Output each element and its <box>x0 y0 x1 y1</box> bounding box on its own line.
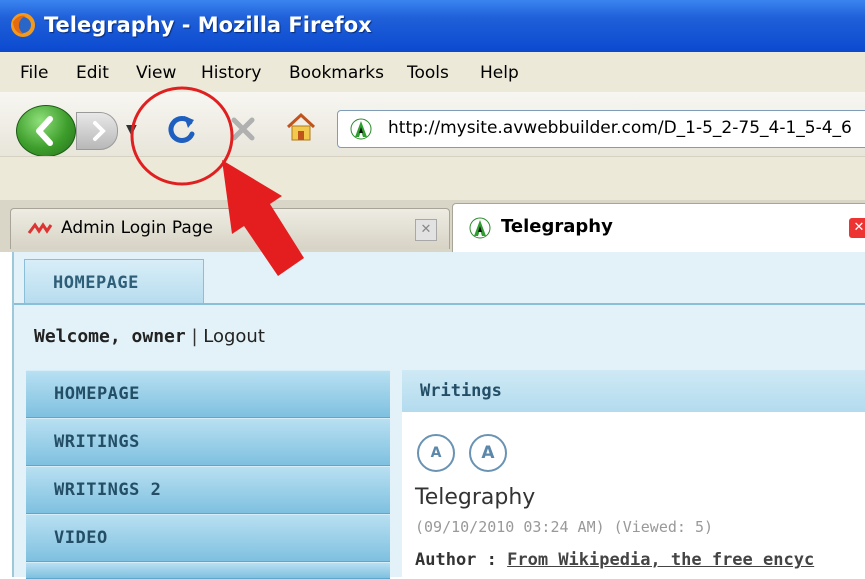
av-logo-icon <box>27 222 53 234</box>
menu-file[interactable]: File <box>20 63 48 83</box>
article-author: Author : From Wikipedia, the free encyc <box>415 550 814 570</box>
window-title: Telegraphy - Mozilla Firefox <box>44 13 372 37</box>
stop-icon[interactable] <box>228 114 258 144</box>
welcome-text: Welcome, owner <box>34 326 186 347</box>
back-button[interactable] <box>16 105 76 157</box>
top-tab-label: HOMEPAGE <box>53 273 139 293</box>
menu-view[interactable]: View <box>136 63 176 83</box>
firefox-logo-icon <box>11 13 35 37</box>
tab-label: Admin Login Page <box>61 218 214 238</box>
sidebar-item-label: WRITINGS <box>54 432 140 452</box>
tab-label: Telegraphy <box>501 216 613 237</box>
sidebar-item-label: HOMEPAGE <box>54 384 140 404</box>
site-favicon-icon <box>469 217 491 239</box>
sidebar-item-label: VIDEO <box>54 528 108 548</box>
reload-icon[interactable] <box>160 108 204 152</box>
menu-tools[interactable]: Tools <box>407 63 449 83</box>
sidebar-item-writings-2[interactable]: WRITINGS 2 <box>26 466 390 514</box>
history-dropdown-icon[interactable]: ▼ <box>126 122 137 138</box>
menu-bookmarks[interactable]: Bookmarks <box>289 63 384 83</box>
menu-help[interactable]: Help <box>480 63 519 83</box>
font-size-increase-button[interactable]: A <box>469 434 507 472</box>
menu-history[interactable]: History <box>201 63 261 83</box>
top-tab-divider <box>14 303 865 305</box>
separator: | <box>191 326 198 347</box>
title-bar: Telegraphy - Mozilla Firefox <box>0 0 865 52</box>
sidebar-item-writings[interactable]: WRITINGS <box>26 418 390 466</box>
welcome-line: Welcome, owner | Logout <box>34 326 265 347</box>
tab-admin-login[interactable]: Admin Login Page ✕ <box>10 208 450 249</box>
logout-link[interactable]: Logout <box>203 326 265 347</box>
content-header-title: Writings <box>420 381 502 401</box>
menu-bar: File Edit View History Bookmarks Tools H… <box>0 52 865 93</box>
font-size-decrease-button[interactable]: A <box>417 434 455 472</box>
forward-arrow-icon <box>93 121 106 141</box>
author-link[interactable]: From Wikipedia, the free encyc <box>507 550 814 570</box>
article-title: Telegraphy <box>415 485 536 510</box>
back-arrow-icon <box>36 116 53 146</box>
sidebar-item-partial[interactable] <box>26 562 390 579</box>
tab-telegraphy[interactable]: Telegraphy ✕ <box>452 203 865 252</box>
author-label: Author : <box>415 550 497 570</box>
menu-edit[interactable]: Edit <box>76 63 109 83</box>
home-icon[interactable] <box>284 110 318 144</box>
article-meta: (09/10/2010 03:24 AM) (Viewed: 5) <box>415 518 714 536</box>
sidebar-item-video[interactable]: VIDEO <box>26 514 390 562</box>
url-text: http://mysite.avwebbuilder.com/D_1-5_2-7… <box>388 118 852 138</box>
sidebar-item-homepage[interactable]: HOMEPAGE <box>26 370 390 418</box>
tab-close-icon[interactable]: ✕ <box>849 218 865 238</box>
tab-close-icon[interactable]: ✕ <box>415 219 437 241</box>
content-header: Writings <box>402 370 865 412</box>
sidebar-item-label: WRITINGS 2 <box>54 480 162 500</box>
site-favicon-icon <box>350 118 372 140</box>
address-bar[interactable]: http://mysite.avwebbuilder.com/D_1-5_2-7… <box>337 110 865 148</box>
bookmarks-toolbar <box>0 156 865 202</box>
forward-button[interactable] <box>76 112 118 150</box>
site-top-tab-homepage[interactable]: HOMEPAGE <box>24 259 204 304</box>
